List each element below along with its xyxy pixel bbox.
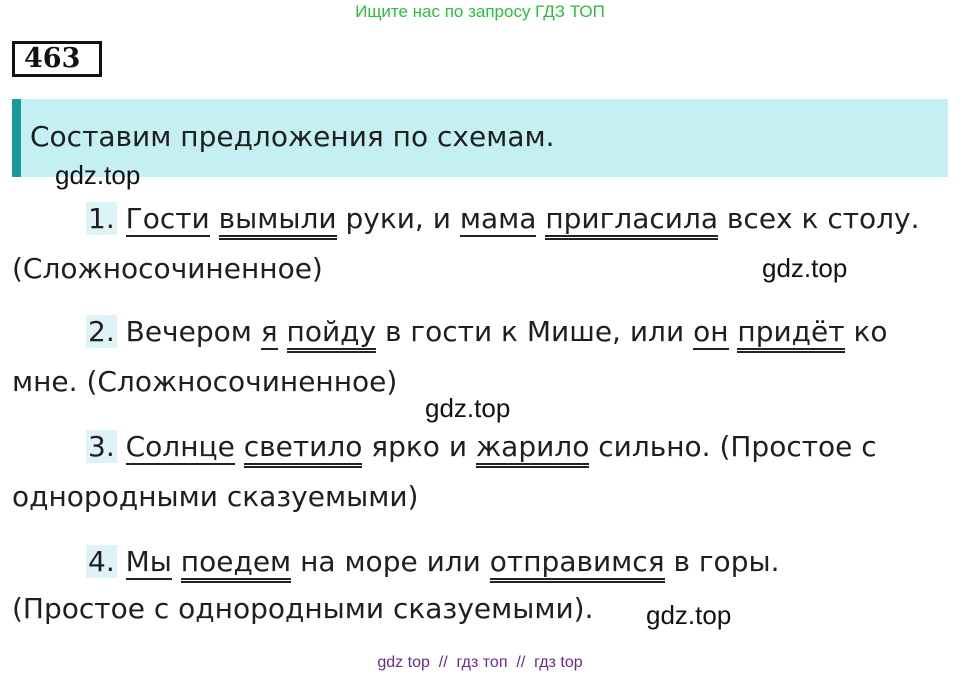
predicate: пригласила	[545, 202, 719, 240]
predicate: отправимся	[489, 545, 665, 583]
text: сильно. (Простое с	[589, 430, 877, 463]
task-title: Составим предложения по схемам.	[30, 120, 555, 153]
text: ко	[844, 315, 888, 348]
sentence-1-type: (Сложносочиненное)	[12, 252, 323, 285]
sentence-number: 1.	[86, 202, 117, 235]
subject: мама	[459, 202, 537, 237]
watermark: gdz.top	[646, 600, 732, 630]
predicate: придёт	[737, 315, 845, 353]
predicate: пойду	[286, 315, 377, 353]
watermark: gdz.top	[55, 160, 141, 190]
predicate: поедем	[180, 545, 292, 583]
sentence-number: 2.	[86, 315, 117, 348]
text: всех к столу.	[718, 202, 920, 235]
subject: Мы	[125, 545, 172, 580]
watermark: gdz.top	[425, 393, 511, 423]
text: в горы.	[664, 545, 780, 578]
sentence-3-line-2: однородными сказуемыми)	[12, 480, 419, 513]
sentence-1-line-1: 1. Гости вымыли руки, и мама пригласила …	[86, 202, 920, 240]
predicate: жарило	[475, 430, 590, 468]
task-number: 463	[12, 41, 102, 77]
task-accent-bar	[12, 99, 21, 177]
top-banner: Ищите нас по запросу ГДЗ ТОП	[355, 2, 605, 21]
subject: я	[260, 315, 278, 350]
text: на море или	[291, 545, 490, 578]
sentence-4-line-1: 4. Мы поедем на море или отправимся в го…	[86, 545, 780, 583]
subject: Гости	[125, 202, 210, 237]
sentence-2-line-1: 2. Вечером я пойду в гости к Мише, или о…	[86, 315, 888, 353]
text: руки, и	[336, 202, 460, 235]
text: в гости к Мише, или	[376, 315, 694, 348]
predicate: светило	[243, 430, 363, 468]
sentence-3-line-1: 3. Солнце светило ярко и жарило сильно. …	[86, 430, 877, 468]
sentence-number: 3.	[86, 430, 117, 463]
text: ярко и	[362, 430, 476, 463]
footer: gdz top // гдз топ // гдз top	[377, 654, 583, 671]
sentence-number: 4.	[86, 545, 117, 578]
sentence-2-line-2: мне. (Сложносочиненное)	[12, 365, 398, 398]
text: Вечером	[116, 315, 261, 348]
sentence-4-line-2: (Простое с однородными сказуемыми).	[12, 592, 594, 625]
subject: он	[693, 315, 729, 350]
subject: Солнце	[125, 430, 235, 465]
predicate: вымыли	[218, 202, 337, 240]
watermark: gdz.top	[762, 253, 848, 283]
